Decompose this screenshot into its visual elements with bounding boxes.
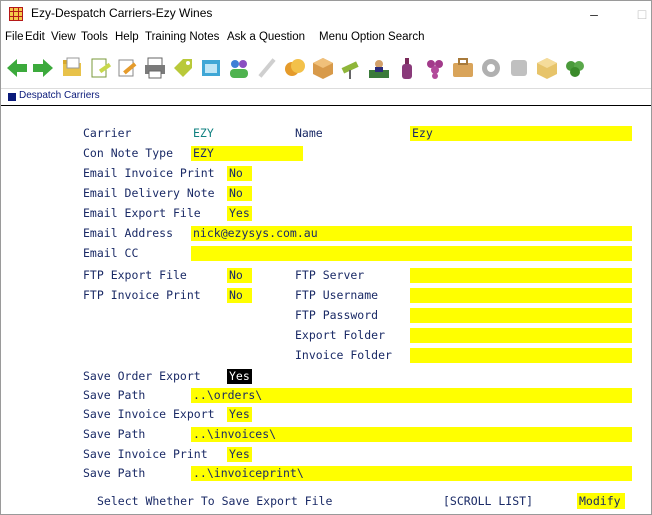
- name-label: Name: [295, 126, 323, 140]
- app-window: Ezy-Despatch Carriers-Ezy Wines – □ File…: [0, 0, 652, 515]
- save-path-invoices-field[interactable]: ..\invoices\: [191, 427, 632, 442]
- menu-ask-a-question[interactable]: Ask a Question: [227, 31, 305, 43]
- save-path-invoiceprint-label: Save Path: [83, 466, 146, 480]
- grapes-icon[interactable]: [423, 56, 447, 80]
- ftp-invoice-print-label: FTP Invoice Print: [83, 288, 201, 302]
- email-cc-label: Email CC: [83, 246, 139, 260]
- menu-edit[interactable]: Edit: [25, 31, 45, 43]
- email-address-field[interactable]: nick@ezysys.com.au: [191, 226, 632, 241]
- invoice-folder-field[interactable]: [410, 348, 632, 363]
- carrier-label: Carrier: [83, 126, 132, 140]
- plant-icon[interactable]: [563, 56, 587, 80]
- printer-icon[interactable]: [143, 56, 167, 80]
- email-delivery-note-field[interactable]: No: [227, 186, 252, 201]
- email-invoice-print-label: Email Invoice Print: [83, 166, 215, 180]
- pencil-icon[interactable]: [255, 56, 279, 80]
- maximize-button[interactable]: □: [627, 3, 651, 25]
- ftp-server-label: FTP Server: [295, 268, 365, 282]
- export-folder-label: Export Folder: [295, 328, 386, 342]
- save-invoice-export-label: Save Invoice Export: [83, 407, 215, 421]
- status-bar: Select Whether To Save Export File [SCRO…: [1, 492, 651, 512]
- box-icon[interactable]: [535, 56, 559, 80]
- minimize-button[interactable]: –: [579, 3, 609, 25]
- save-path-invoiceprint-field[interactable]: ..\invoiceprint\: [191, 466, 632, 481]
- con-note-type-field[interactable]: EZY: [191, 146, 303, 161]
- coins-icon[interactable]: [283, 56, 307, 80]
- ftp-username-field[interactable]: [410, 288, 632, 303]
- ftp-server-field[interactable]: [410, 268, 632, 283]
- toolbar: [1, 48, 651, 89]
- tag-icon[interactable]: [171, 56, 195, 80]
- ftp-password-label: FTP Password: [295, 308, 379, 322]
- menu-bar: File Edit View Tools Help Training Notes…: [1, 28, 651, 48]
- ftp-invoice-print-field[interactable]: No: [227, 288, 252, 303]
- save-invoice-export-field[interactable]: Yes: [227, 407, 252, 422]
- open-folder-icon[interactable]: [61, 56, 85, 80]
- ftp-password-field[interactable]: [410, 308, 632, 323]
- save-invoice-print-label: Save Invoice Print: [83, 447, 208, 461]
- save-invoice-print-field[interactable]: Yes: [227, 447, 252, 462]
- invoice-folder-label: Invoice Folder: [295, 348, 392, 362]
- con-note-type-label: Con Note Type: [83, 146, 174, 160]
- save-path-orders-label: Save Path: [83, 388, 146, 402]
- window-icon[interactable]: [199, 56, 223, 80]
- save-path-invoices-label: Save Path: [83, 427, 146, 441]
- email-export-file-label: Email Export File: [83, 206, 201, 220]
- tab-despatch-carriers[interactable]: Despatch Carriers: [19, 90, 100, 101]
- email-address-label: Email Address: [83, 226, 174, 240]
- carrier-code[interactable]: EZY: [193, 125, 214, 141]
- edit-document-icon[interactable]: [89, 56, 113, 80]
- gear-icon[interactable]: [479, 56, 503, 80]
- package-icon[interactable]: [311, 56, 335, 80]
- email-export-file-field[interactable]: Yes: [227, 206, 252, 221]
- save-order-export-label: Save Order Export: [83, 369, 201, 383]
- app-logo-icon: [9, 7, 23, 21]
- ftp-username-label: FTP Username: [295, 288, 379, 302]
- mode-indicator: Modify: [577, 493, 625, 509]
- menu-help[interactable]: Help: [115, 31, 139, 43]
- menu-tools[interactable]: Tools: [81, 31, 108, 43]
- tab-indicator-icon: [8, 93, 16, 101]
- back-arrow-icon[interactable]: [5, 56, 29, 80]
- stop-icon[interactable]: [507, 56, 531, 80]
- briefcase-icon[interactable]: [451, 56, 475, 80]
- telescope-icon[interactable]: [339, 56, 363, 80]
- export-folder-field[interactable]: [410, 328, 632, 343]
- email-invoice-print-field[interactable]: No: [227, 166, 252, 181]
- people-icon[interactable]: [227, 56, 251, 80]
- pen-icon[interactable]: [115, 56, 139, 80]
- menu-file[interactable]: File: [5, 31, 24, 43]
- window-title: Ezy-Despatch Carriers-Ezy Wines: [31, 6, 213, 20]
- bottle-icon[interactable]: [395, 56, 419, 80]
- tab-strip: Despatch Carriers: [1, 90, 651, 104]
- ftp-export-file-field[interactable]: No: [227, 268, 252, 283]
- scroll-list-button[interactable]: [SCROLL LIST]: [443, 493, 533, 509]
- ftp-export-file-label: FTP Export File: [83, 268, 187, 282]
- forward-arrow-icon[interactable]: [31, 56, 55, 80]
- email-delivery-note-label: Email Delivery Note: [83, 186, 215, 200]
- menu-option-search[interactable]: Menu Option Search: [319, 31, 424, 43]
- menu-training-notes[interactable]: Training Notes: [145, 31, 219, 43]
- worker-icon[interactable]: [367, 56, 391, 80]
- title-bar: Ezy-Despatch Carriers-Ezy Wines – □: [1, 1, 651, 27]
- save-order-export-field[interactable]: Yes: [227, 369, 252, 384]
- name-field[interactable]: Ezy: [410, 126, 632, 141]
- carrier-form: Carrier EZY Name Ezy Con Note Type EZY E…: [1, 105, 651, 514]
- email-cc-field[interactable]: [191, 246, 632, 261]
- status-prompt: Select Whether To Save Export File: [97, 494, 333, 508]
- save-path-orders-field[interactable]: ..\orders\: [191, 388, 632, 403]
- menu-view[interactable]: View: [51, 31, 76, 43]
